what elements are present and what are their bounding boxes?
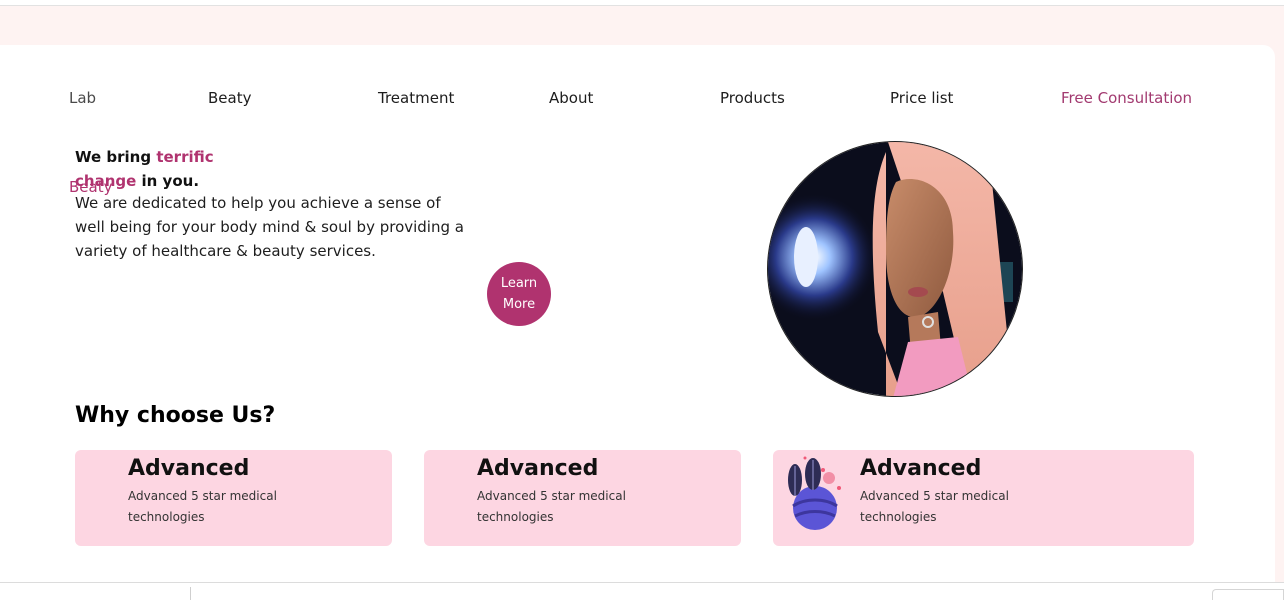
learn-more-label: Learn More (500, 276, 538, 312)
learn-more-button[interactable]: Learn More (487, 262, 551, 326)
browser-bottom-bar (0, 582, 1284, 600)
feature-card-description: Advanced 5 star medical technologies (128, 489, 277, 524)
feature-card-title: Advanced (860, 456, 982, 481)
hero-description: We are dedicated to help you achieve a s… (75, 194, 464, 260)
feature-card-description: Advanced 5 star medical technologies (860, 489, 1009, 524)
why-choose-us-heading: Why choose Us? (75, 403, 276, 428)
brand-logo[interactable]: Beaty Lab (69, 89, 112, 196)
nav-item-treatment[interactable]: Treatment (378, 89, 454, 107)
feature-card: Advanced Advanced 5 star medical technol… (773, 450, 1194, 546)
leaf-illustration-icon (779, 454, 851, 530)
nav-item-products[interactable]: Products (720, 89, 785, 107)
hero-heading-post: in you. (136, 172, 200, 190)
hero-heading-pre: We bring (75, 148, 157, 166)
feature-card-description: Advanced 5 star medical technologies (477, 489, 626, 524)
free-consultation-link[interactable]: Free Consultation (1061, 89, 1192, 107)
feature-card: Advanced Advanced 5 star medical technol… (424, 450, 741, 546)
nav-item-beaty[interactable]: Beaty (208, 89, 251, 107)
hero-heading: We bring terrific change in you. (75, 145, 225, 193)
divider (190, 587, 191, 600)
brand-part-2: Lab (69, 89, 97, 107)
browser-top-edge (0, 0, 1284, 6)
feature-card: Advanced Advanced 5 star medical technol… (75, 450, 392, 546)
bottom-tab[interactable] (1212, 589, 1284, 600)
feature-card-title: Advanced (128, 456, 250, 481)
nav-item-price-list[interactable]: Price list (890, 89, 953, 107)
nav-item-about[interactable]: About (549, 89, 593, 107)
feature-card-title: Advanced (477, 456, 599, 481)
portrait-image (767, 141, 1023, 397)
